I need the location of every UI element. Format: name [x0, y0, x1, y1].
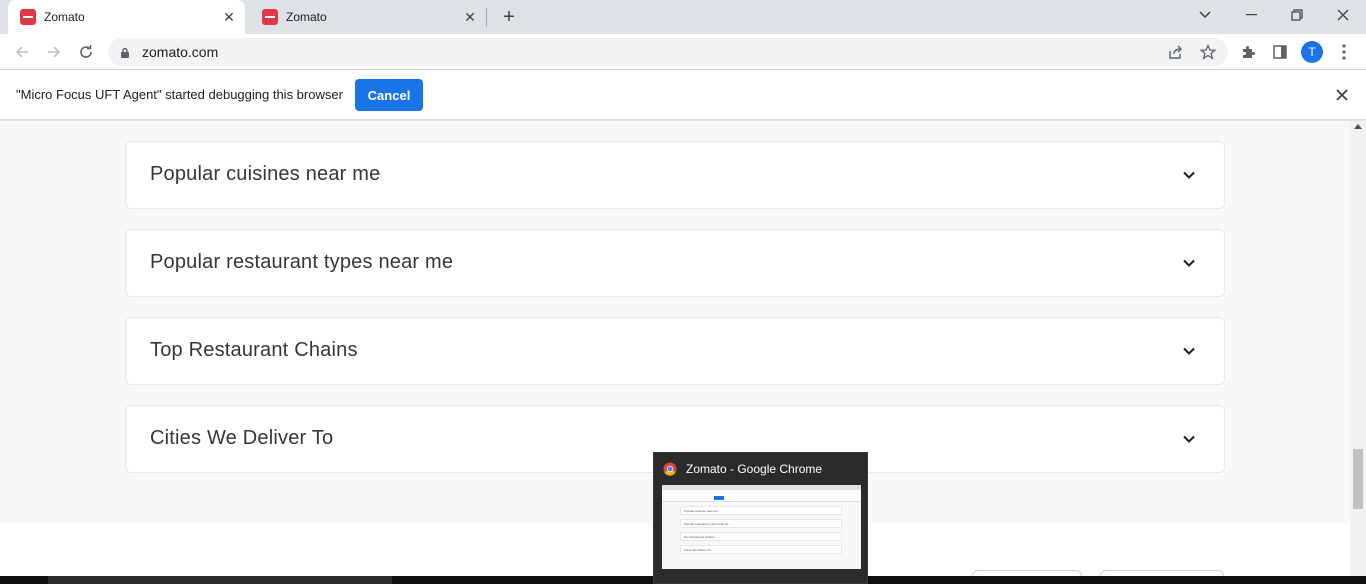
- accordion-popular-cuisines[interactable]: Popular cuisines near me: [125, 141, 1225, 209]
- browser-toolbar: zomato.com T: [0, 34, 1366, 70]
- lock-icon[interactable]: [120, 46, 130, 64]
- reload-icon: [80, 45, 92, 58]
- chevron-down-icon: [1183, 347, 1195, 355]
- tab-zomato-1[interactable]: Zomato ✕: [8, 0, 245, 34]
- close-tab-icon[interactable]: ✕: [462, 9, 478, 25]
- close-icon[interactable]: [1332, 85, 1352, 105]
- thumbnail-row: Cities We Deliver To: [680, 545, 842, 554]
- scroll-up-arrow-icon[interactable]: [1354, 124, 1362, 129]
- infobar-message: "Micro Focus UFT Agent" started debuggin…: [16, 87, 343, 102]
- bookmark-star-icon[interactable]: [1198, 42, 1218, 62]
- taskbar-window-preview[interactable]: Zomato - Google Chrome Popular cuisines …: [653, 452, 868, 584]
- restore-button[interactable]: [1274, 0, 1320, 30]
- minimize-button[interactable]: [1228, 0, 1274, 30]
- address-bar[interactable]: zomato.com: [108, 38, 1228, 66]
- side-panel-icon[interactable]: [1268, 40, 1292, 64]
- tab-strip: Zomato ✕ Zomato ✕ +: [0, 0, 1366, 34]
- accordion-restaurant-types[interactable]: Popular restaurant types near me: [125, 229, 1225, 297]
- chevron-down-icon: [1199, 11, 1211, 19]
- taskbar-search-box[interactable]: [48, 576, 392, 584]
- extensions-puzzle-icon[interactable]: [1236, 40, 1260, 64]
- accordion-title: Cities We Deliver To: [150, 427, 334, 449]
- tab-title: Zomato: [286, 10, 327, 24]
- accordion-title: Popular cuisines near me: [150, 163, 381, 185]
- forward-arrow-icon: [48, 46, 61, 58]
- profile-avatar[interactable]: T: [1301, 41, 1323, 63]
- thumbnail-row: Popular restaurant types near me: [680, 519, 842, 528]
- accordion-top-chains[interactable]: Top Restaurant Chains: [125, 317, 1225, 385]
- debugging-infobar: "Micro Focus UFT Agent" started debuggin…: [0, 70, 1366, 120]
- chevron-down-icon: [1183, 259, 1195, 267]
- close-tab-icon[interactable]: ✕: [221, 9, 237, 25]
- minimize-icon: [1245, 14, 1257, 16]
- tab-divider: [486, 8, 487, 26]
- tab-search-button[interactable]: [1182, 0, 1228, 30]
- tab-zomato-2[interactable]: Zomato ✕: [250, 0, 486, 34]
- chevron-down-icon: [1183, 171, 1195, 179]
- cancel-debugging-button[interactable]: Cancel: [355, 79, 423, 111]
- restore-icon: [1291, 9, 1303, 21]
- menu-kebab-icon[interactable]: [1332, 40, 1356, 64]
- share-icon[interactable]: [1166, 42, 1186, 62]
- zomato-favicon-icon: [20, 9, 36, 25]
- preview-thumbnail: Popular cuisines near me Popular restaur…: [662, 485, 861, 569]
- page-scrollbar[interactable]: [1350, 121, 1366, 576]
- thumbnail-row: Popular cuisines near me: [680, 506, 842, 515]
- chevron-down-icon: [1183, 435, 1195, 443]
- close-icon: [1337, 9, 1349, 21]
- scrollbar-thumb[interactable]: [1353, 449, 1363, 509]
- close-window-button[interactable]: [1320, 0, 1366, 30]
- thumbnail-row: Top Restaurant Chains: [680, 532, 842, 541]
- accordion-title: Popular restaurant types near me: [150, 251, 454, 273]
- back-button[interactable]: [8, 38, 36, 66]
- new-tab-button[interactable]: +: [498, 6, 520, 28]
- forward-button[interactable]: [40, 38, 68, 66]
- chrome-logo-icon: [663, 462, 677, 476]
- accordion-title: Top Restaurant Chains: [150, 339, 358, 361]
- back-arrow-icon: [15, 46, 28, 58]
- preview-title: Zomato - Google Chrome: [686, 462, 823, 476]
- tab-title: Zomato: [44, 10, 85, 24]
- reload-button[interactable]: [72, 38, 100, 66]
- url-text[interactable]: zomato.com: [142, 44, 218, 60]
- zomato-favicon-icon: [262, 9, 278, 25]
